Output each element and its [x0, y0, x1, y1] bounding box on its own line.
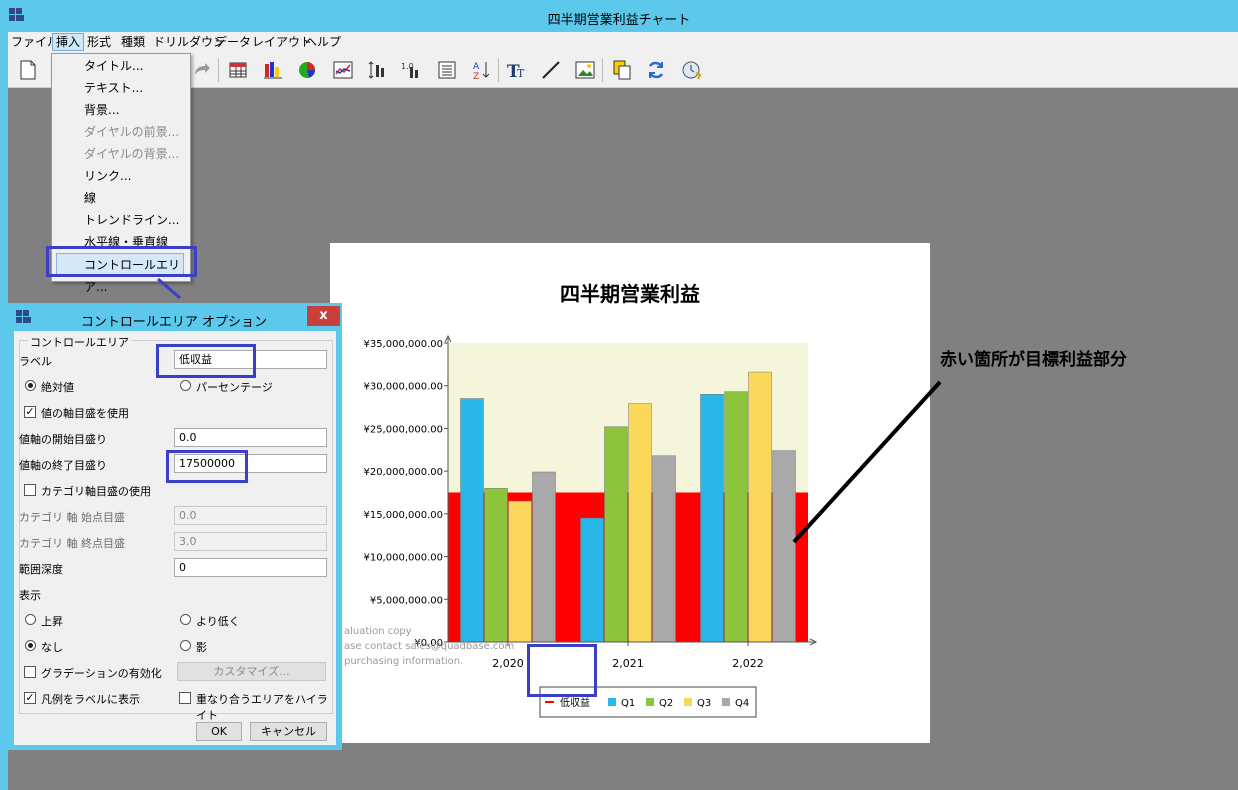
category-start-input: 0.0: [174, 506, 327, 525]
percentage-label: パーセンテージ: [196, 381, 273, 394]
display-label: 表示: [19, 589, 41, 602]
highlight-box-label-input: [156, 344, 256, 378]
percentage-radio[interactable]: [180, 380, 191, 391]
range-depth-input[interactable]: 0: [174, 558, 327, 577]
category-start-label: カテゴリ 軸 始点目盛: [19, 511, 125, 524]
gradient-label: グラデーションの有効化: [41, 667, 162, 680]
ok-button[interactable]: OK: [196, 722, 242, 741]
dialog-body: コントロールエリア ラベル 低収益 絶対値 パーセンテージ ✓ 値の軸目盛を使用…: [14, 331, 336, 745]
highlight-box-legend-label: [527, 644, 597, 697]
display-none-label: なし: [41, 641, 63, 654]
display-shadow-radio[interactable]: [180, 640, 191, 651]
use-category-axis-label: カテゴリ軸目盛の使用: [41, 485, 151, 498]
gradient-checkbox[interactable]: [24, 666, 36, 678]
absolute-radio[interactable]: [25, 380, 36, 391]
display-up-label: 上昇: [41, 615, 63, 628]
range-depth-label: 範囲深度: [19, 563, 63, 576]
category-end-input: 3.0: [174, 532, 327, 551]
use-value-axis-label: 値の軸目盛を使用: [41, 407, 129, 420]
close-button[interactable]: x: [307, 306, 340, 326]
category-end-label: カテゴリ 軸 終点目盛: [19, 537, 125, 550]
display-shadow-label: 影: [196, 641, 207, 654]
value-axis-start-input[interactable]: 0.0: [174, 428, 327, 447]
legend-as-label-label: 凡例をラベルに表示: [41, 693, 140, 706]
highlight-overlap-label: 重なり合うエリアをハイライト: [196, 693, 328, 722]
dialog-title: コントロールエリア オプション: [80, 315, 268, 330]
display-up-radio[interactable]: [25, 614, 36, 625]
cancel-button[interactable]: キャンセル: [250, 722, 327, 741]
display-none-radio[interactable]: [25, 640, 36, 651]
annotation-pointer-line: [792, 380, 942, 544]
value-axis-end-label: 値軸の終了目盛り: [19, 459, 107, 472]
control-area-group: コントロールエリア: [19, 334, 333, 714]
highlight-overlap-checkbox[interactable]: [179, 692, 191, 704]
callout-connector: [157, 277, 181, 300]
label-caption: ラベル: [19, 355, 52, 368]
highlight-box-end-value: [166, 450, 248, 483]
value-axis-start-label: 値軸の開始目盛り: [19, 433, 107, 446]
annotation-text: 赤い箇所が目標利益部分: [940, 350, 1127, 370]
use-value-axis-checkbox[interactable]: ✓: [24, 406, 36, 418]
absolute-label: 絶対値: [41, 381, 74, 394]
customize-button: カスタマイズ...: [177, 662, 326, 681]
group-title: コントロールエリア: [28, 334, 131, 350]
display-lower-radio[interactable]: [180, 614, 191, 625]
use-category-axis-checkbox[interactable]: [24, 484, 36, 496]
display-lower-label: より低く: [196, 615, 240, 628]
legend-as-label-checkbox[interactable]: ✓: [24, 692, 36, 704]
